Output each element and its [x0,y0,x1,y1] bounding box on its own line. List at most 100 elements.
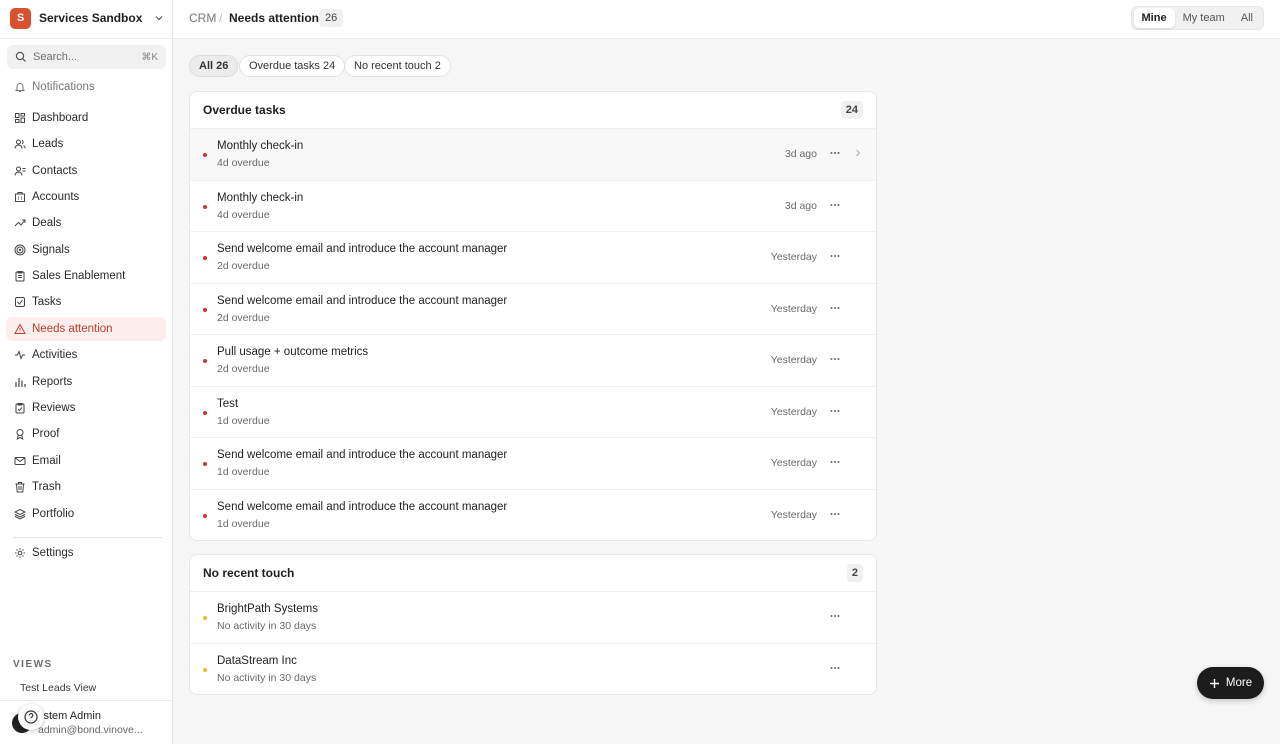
list-item[interactable]: Send welcome email and introduce the acc… [190,438,876,490]
sidebar-item-label: Email [32,455,61,467]
filter-chip-no-recent-touch[interactable]: No recent touch 2 [344,55,451,77]
card-count-badge: 2 [846,564,863,582]
more-horizontal-icon[interactable] [829,250,841,262]
status-dot [203,513,207,518]
plus-icon [1209,678,1219,688]
scope-my-team-button[interactable]: My team [1175,8,1233,28]
signal-icon [14,244,26,256]
help-button[interactable] [18,704,44,730]
sidebar-item-trash[interactable]: Trash [6,475,166,499]
sidebar-item-tasks[interactable]: Tasks [6,290,166,314]
sidebar-item-email[interactable]: Email [6,449,166,473]
status-dot [203,410,207,415]
pulse-icon [15,350,25,360]
scope-toggle: Mine My team All [1130,6,1264,30]
item-title: Test [217,397,239,410]
list-item[interactable]: Monthly check-in 4d overdue 3d ago [190,129,876,181]
item-subtitle: 4d overdue [217,208,270,221]
more-horizontal-icon[interactable] [829,508,841,520]
grid-icon [15,113,25,123]
item-title: BrightPath Systems [217,603,318,615]
more-horizontal-icon[interactable] [829,147,841,159]
sidebar-item-portfolio[interactable]: Portfolio [6,502,166,526]
status-dot [203,616,207,620]
user-email: admin@bond.vinove... [38,724,143,736]
more-button-label: More [1225,677,1253,689]
item-timestamp: 3d ago [784,199,817,212]
item-subtitle: 2d overdue [217,363,270,375]
search-shortcut: ⌘K [141,51,158,63]
list-item[interactable]: Pull usage + outcome metrics 2d overdue Ye… [190,335,876,387]
sidebar-item-needs-attention[interactable]: Needs attention [6,317,166,341]
warning-icon [14,323,26,334]
sidebar-item-reviews[interactable]: Reviews [6,396,166,420]
sidebar-item-notifications[interactable]: Notifications [6,75,166,99]
view-link-test-leads[interactable]: Test Leads View [20,682,96,694]
contact-icon [14,166,26,176]
more-horizontal-icon[interactable] [829,353,841,365]
workspace-name: Services Sandbox [39,11,143,25]
item-timestamp: Yesterday [770,354,817,366]
sidebar-item-leads[interactable]: Leads [6,132,166,156]
more-horizontal-icon[interactable] [829,405,841,417]
sidebar-item-label: Tasks [32,296,62,308]
sidebar-item-contacts[interactable]: Contacts [6,159,166,183]
card-count-badge: 24 [840,101,863,119]
list-item[interactable]: Test 1d overdue Yesterday [190,387,876,438]
sidebar-item-activities[interactable]: Activities [6,343,166,367]
help-icon [24,710,38,724]
sidebar-item-reports[interactable]: Reports [6,370,166,394]
list-item[interactable]: Monthly check-in 4d overdue 3d ago [190,181,876,232]
sidebar-item-label: Sales Enablement [32,270,126,282]
filter-chip-overdue[interactable]: Overdue tasks 24 [239,55,346,77]
item-subtitle: 1d overdue [217,517,270,530]
page-count-badge: 26 [319,9,344,27]
filter-chip-all[interactable]: All 26 [189,55,239,77]
sidebar-item-dashboard[interactable]: Dashboard [6,106,166,130]
workspace-switcher[interactable]: S Services Sandbox [10,6,165,30]
more-horizontal-icon[interactable] [829,610,841,622]
list-item[interactable]: DataStream Inc No activity in 30 days [190,644,876,695]
item-title: Pull usage + outcome metrics [217,346,369,358]
clipboard-check-icon [15,403,25,414]
scope-mine-button[interactable]: Mine [1133,8,1175,28]
sidebar-item-label: Proof [32,428,60,440]
list-item[interactable]: Send welcome email and introduce the acc… [190,490,876,541]
search-input[interactable]: Search... ⌘K [7,45,166,69]
sidebar-item-label: Trash [32,481,61,493]
breadcrumb-separator: / [219,11,223,25]
breadcrumb-root[interactable]: CRM [189,11,216,25]
sidebar-item-proof[interactable]: Proof [6,422,166,446]
list-item[interactable]: BrightPath Systems No activity in 30 days [190,592,876,644]
sidebar-item-deals[interactable]: Deals [6,211,166,235]
sidebar-item-label: Deals [32,217,62,229]
list-item[interactable]: Send welcome email and introduce the acc… [190,232,876,284]
sidebar-item-label: Dashboard [32,112,89,124]
sidebar-item-label: Reviews [32,402,76,414]
item-timestamp: Yesterday [770,251,817,263]
top-bar: CRM / Needs attention 26 Mine My team Al… [173,0,1280,39]
more-button[interactable]: More [1197,667,1264,699]
chevron-right-icon[interactable] [853,148,863,158]
status-dot [203,256,207,260]
trash-icon [15,482,25,493]
more-horizontal-icon[interactable] [829,302,841,314]
more-horizontal-icon[interactable] [829,662,841,674]
sidebar-item-sales-enablement[interactable]: Sales Enablement [6,264,166,288]
list-item[interactable]: Send welcome email and introduce the acc… [190,284,876,335]
sidebar: S Services Sandbox Search... ⌘K Notifica… [0,0,173,744]
sidebar-item-label: Contacts [32,165,78,177]
award-icon [16,429,24,440]
views-heading: VIEWS [13,659,53,670]
item-subtitle: No activity in 30 days [217,671,317,684]
scope-all-button[interactable]: All [1233,8,1261,28]
item-title: Monthly check-in [217,140,304,152]
sidebar-item-signals[interactable]: Signals [6,238,166,262]
more-horizontal-icon[interactable] [829,199,841,211]
sidebar-item-accounts[interactable]: Accounts [6,185,166,209]
user-profile[interactable]: ystem Admin admin@bond.vinove... [0,700,172,744]
item-title: DataStream Inc [217,654,297,667]
sidebar-item-settings[interactable]: Settings [6,541,166,565]
card-title: Overdue tasks [203,103,286,117]
more-horizontal-icon[interactable] [829,456,841,468]
